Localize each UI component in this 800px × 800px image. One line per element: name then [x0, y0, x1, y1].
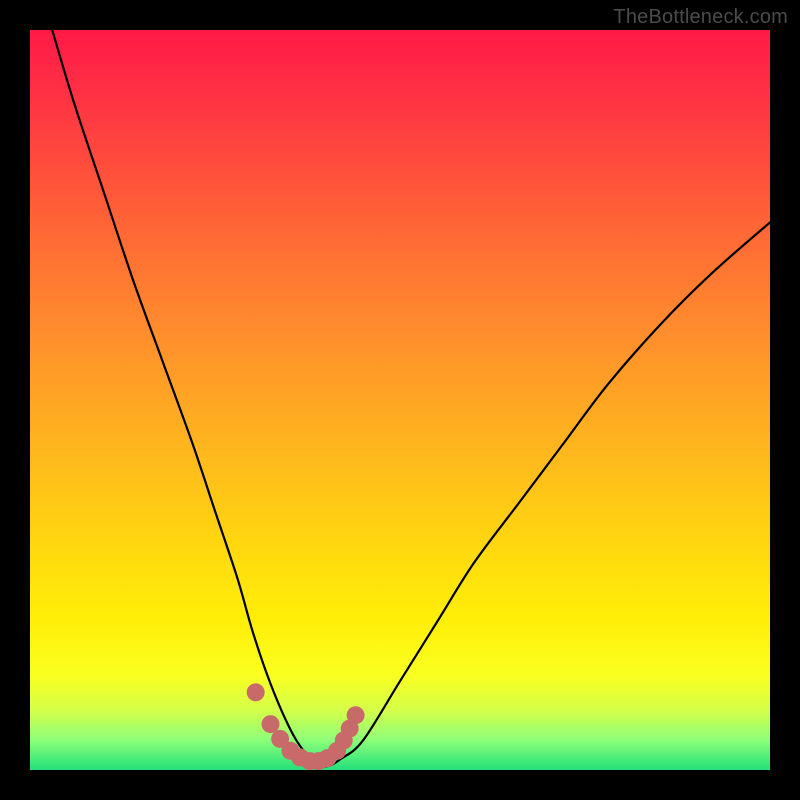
- curve-svg: [30, 30, 770, 770]
- highlight-dot: [347, 706, 365, 724]
- bottleneck-curve: [52, 30, 770, 766]
- highlight-dot: [262, 715, 280, 733]
- chart-frame: TheBottleneck.com: [0, 0, 800, 800]
- watermark-text: TheBottleneck.com: [613, 6, 788, 29]
- highlight-dots: [247, 683, 365, 770]
- highlight-dot: [247, 683, 265, 701]
- plot-area: [30, 30, 770, 770]
